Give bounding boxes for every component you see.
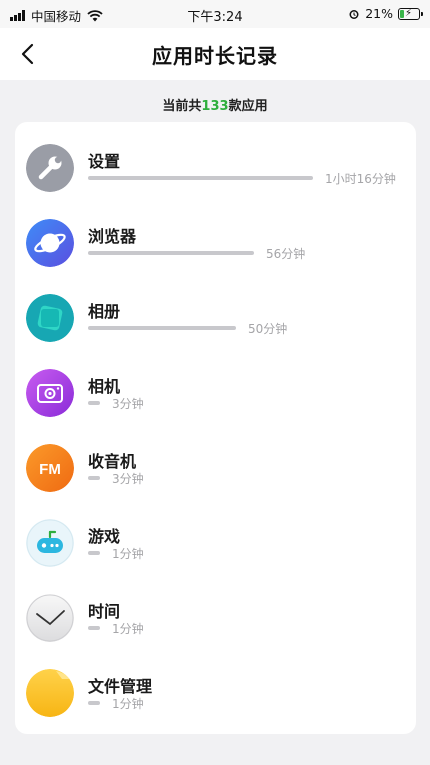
battery-icon: ⚡ — [398, 7, 423, 20]
app-name: 收音机 — [88, 452, 137, 471]
app-count-summary: 当前共133款应用 — [0, 95, 430, 114]
usage-duration: 1小时16分钟 — [325, 172, 396, 186]
nav-header: 应用时长记录 — [0, 28, 430, 80]
folder-icon — [26, 669, 74, 717]
usage-duration: 3分钟 — [112, 397, 144, 411]
usage-bar — [88, 251, 254, 255]
list-item[interactable]: 浏览器 56分钟 — [15, 211, 416, 285]
usage-bar — [88, 551, 100, 555]
status-bar: 中国移动 下午3:24 21% ⚡ — [0, 0, 430, 28]
wrench-icon — [26, 144, 74, 192]
app-name: 游戏 — [88, 527, 121, 546]
usage-duration: 3分钟 — [112, 472, 144, 486]
list-item[interactable]: 相册 50分钟 — [15, 286, 416, 360]
radio-fm-icon: FM — [26, 444, 74, 492]
alarm-icon — [349, 9, 359, 19]
usage-bar — [88, 401, 100, 405]
battery-percent: 21% — [365, 6, 393, 21]
charging-bolt-icon: ⚡ — [405, 7, 413, 19]
battery-level — [400, 9, 404, 18]
app-name: 设置 — [88, 152, 121, 171]
camera-icon — [26, 369, 74, 417]
gallery-icon — [26, 294, 74, 342]
list-item[interactable]: 时间 1分钟 — [15, 586, 416, 660]
usage-duration: 1分钟 — [112, 697, 144, 711]
summary-suffix: 款应用 — [228, 99, 268, 114]
clock-icon — [26, 594, 74, 642]
gamepad-icon — [26, 519, 74, 567]
list-item[interactable]: 设置 1小时16分钟 — [15, 136, 416, 210]
usage-list-card: 设置 1小时16分钟 浏览器 56分钟 相册 50分钟 相机 3分钟 FM 收音… — [15, 122, 416, 734]
usage-duration: 50分钟 — [248, 322, 288, 336]
radio-fm-label: FM — [39, 461, 61, 478]
list-item[interactable]: 文件管理 1分钟 — [15, 661, 416, 735]
usage-bar — [88, 176, 313, 180]
page-title: 应用时长记录 — [152, 44, 278, 68]
usage-duration: 1分钟 — [112, 547, 144, 561]
app-name: 文件管理 — [88, 677, 153, 696]
usage-bar — [88, 701, 100, 705]
summary-prefix: 当前共 — [162, 99, 202, 114]
usage-bar — [88, 626, 100, 630]
usage-duration: 56分钟 — [266, 247, 306, 261]
app-name: 相机 — [88, 377, 121, 396]
usage-bar — [88, 476, 100, 480]
app-name: 时间 — [88, 602, 121, 621]
list-item[interactable]: 游戏 1分钟 — [15, 511, 416, 585]
planet-icon — [26, 219, 74, 267]
app-name: 相册 — [88, 302, 121, 321]
status-right: 21% ⚡ — [348, 6, 423, 21]
usage-bar — [88, 326, 236, 330]
app-name: 浏览器 — [88, 227, 137, 246]
app-count: 133 — [201, 99, 229, 114]
list-item[interactable]: 相机 3分钟 — [15, 361, 416, 435]
list-item[interactable]: FM 收音机 3分钟 — [15, 436, 416, 510]
usage-duration: 1分钟 — [112, 622, 144, 636]
